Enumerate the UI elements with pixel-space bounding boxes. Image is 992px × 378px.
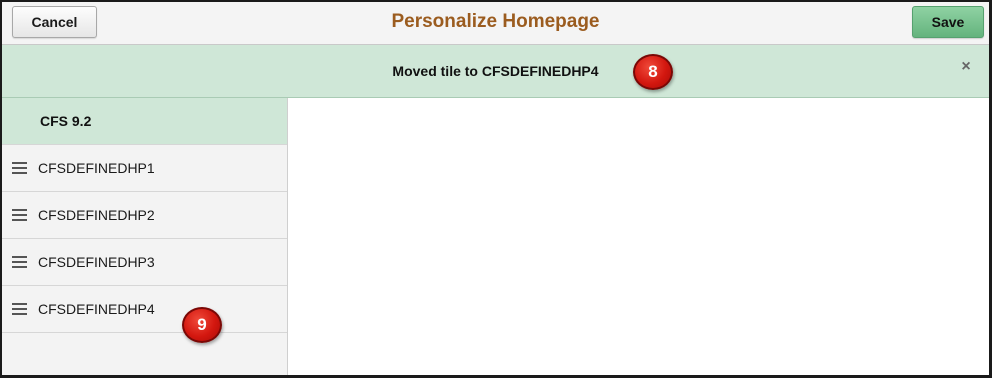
- sidebar-item-label: CFSDEFINEDHP2: [38, 207, 155, 223]
- callout-badge-9: 9: [182, 307, 222, 343]
- sidebar-item-label: CFSDEFINEDHP4: [38, 301, 155, 317]
- homepage-sidebar: CFS 9.2 CFSDEFINEDHP1 CFSDEFINEDHP2 CFSD…: [2, 98, 288, 375]
- cancel-button[interactable]: Cancel: [12, 6, 97, 38]
- callout-badge-8: 8: [633, 54, 673, 90]
- banner-message: Moved tile to CFSDEFINEDHP4: [392, 63, 599, 79]
- drag-handle-icon[interactable]: [12, 303, 27, 315]
- drag-handle-icon[interactable]: [12, 256, 27, 268]
- sidebar-selected-label: CFS 9.2: [40, 113, 92, 129]
- status-banner: Moved tile to CFSDEFINEDHP4 ×: [2, 45, 989, 98]
- sidebar-item-cfsdefinedhp2[interactable]: CFSDEFINEDHP2: [2, 192, 287, 239]
- drag-handle-icon[interactable]: [12, 209, 27, 221]
- sidebar-item-cfsdefinedhp3[interactable]: CFSDEFINEDHP3: [2, 239, 287, 286]
- drag-handle-icon[interactable]: [12, 162, 27, 174]
- sidebar-item-cfsdefinedhp1[interactable]: CFSDEFINEDHP1: [2, 145, 287, 192]
- sidebar-item-label: CFSDEFINEDHP3: [38, 254, 155, 270]
- close-icon[interactable]: ×: [957, 58, 975, 76]
- header-bar: Cancel Personalize Homepage Save: [2, 2, 989, 45]
- sidebar-item-selected[interactable]: CFS 9.2: [2, 98, 287, 145]
- page-title: Personalize Homepage: [391, 11, 600, 32]
- sidebar-item-label: CFSDEFINEDHP1: [38, 160, 155, 176]
- save-button[interactable]: Save: [912, 6, 984, 38]
- sidebar-item-cfsdefinedhp4[interactable]: CFSDEFINEDHP4: [2, 286, 287, 333]
- personalize-homepage-window: Cancel Personalize Homepage Save Moved t…: [0, 0, 992, 378]
- tile-content-area: [288, 98, 989, 375]
